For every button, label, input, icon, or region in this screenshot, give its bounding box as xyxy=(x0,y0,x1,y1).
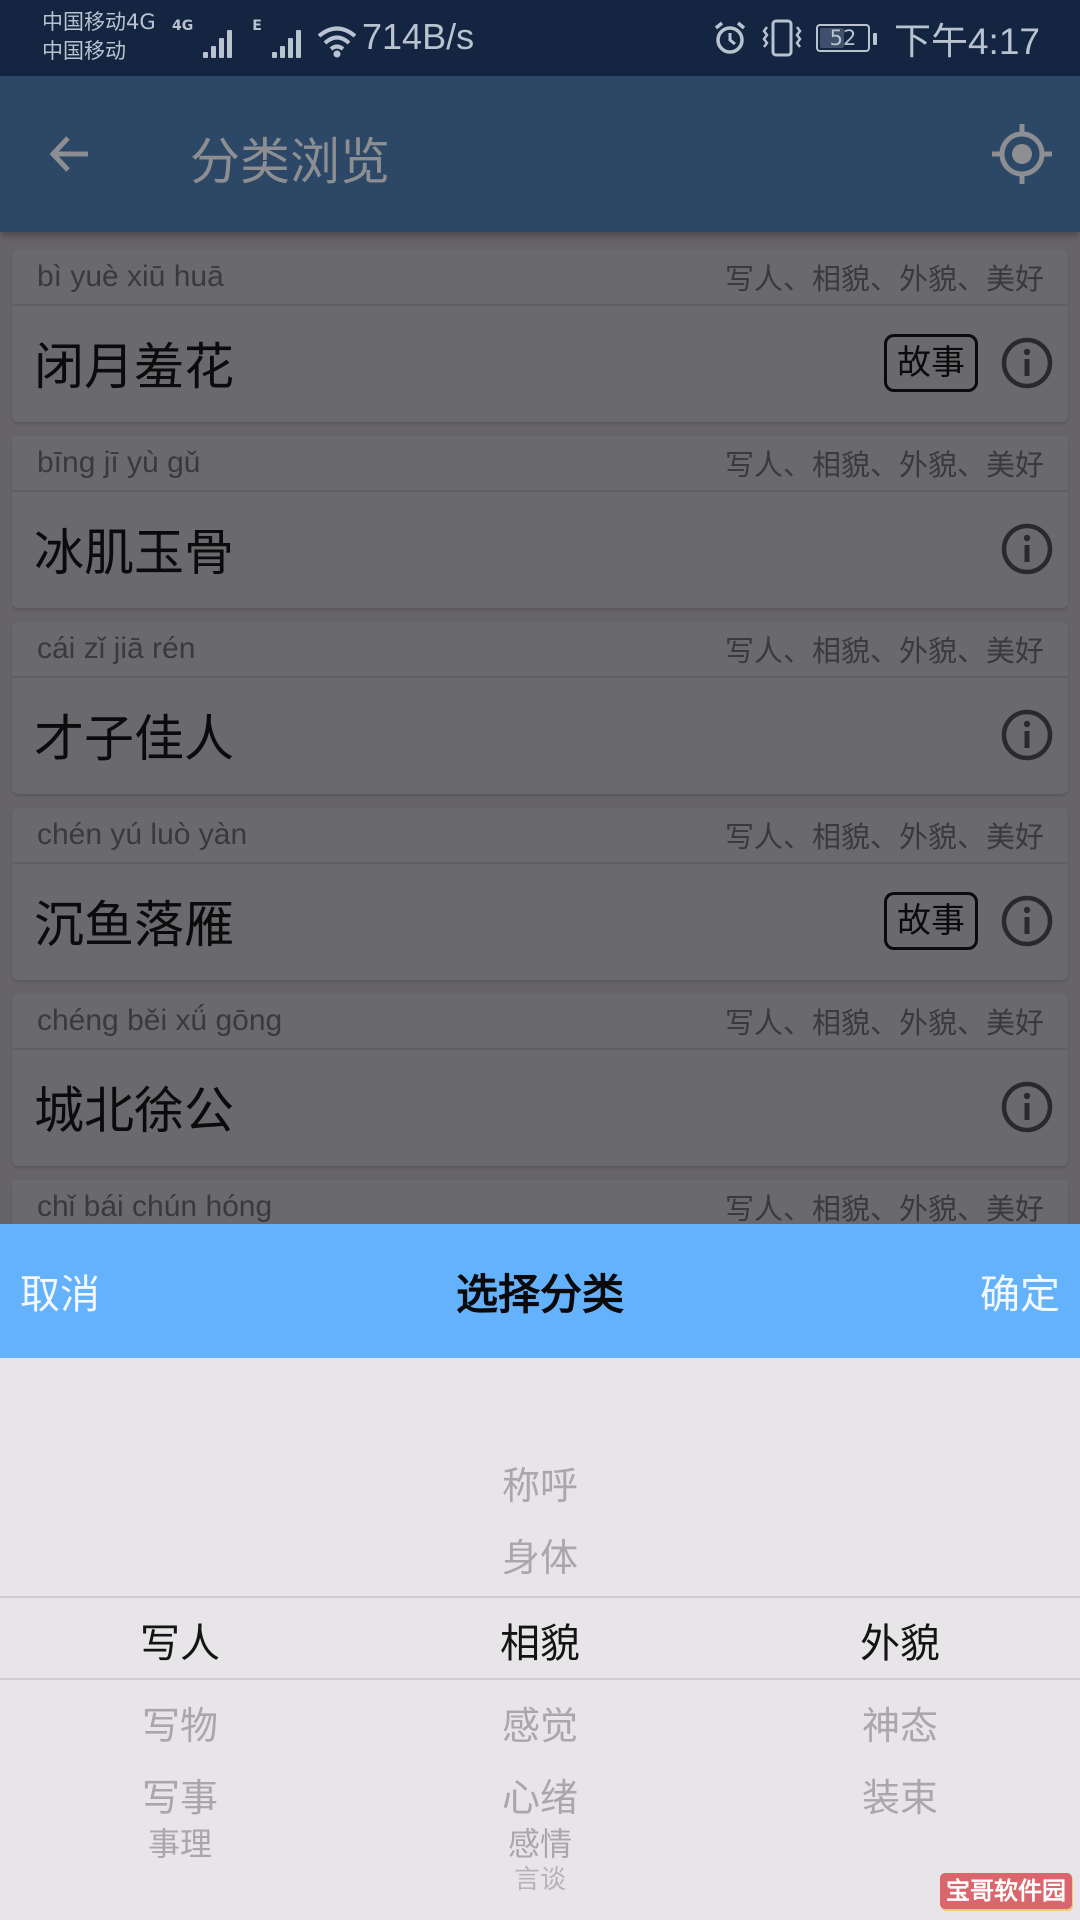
pinyin-text: bì yuè xiū huā xyxy=(37,260,224,293)
carrier-2: 中国移动 xyxy=(42,39,126,63)
carrier-1: 中国移动4G xyxy=(42,10,156,34)
cancel-button[interactable]: 取消 xyxy=(20,1262,100,1320)
picker-column-1[interactable]: 写人 写物 写事 事理 xyxy=(0,1358,360,1920)
page-title: 分类浏览 xyxy=(190,133,390,191)
card-header: bì yuè xiū huā 写人、相貌、外貌、美好 xyxy=(12,250,1068,306)
wifi-icon xyxy=(317,26,357,58)
watermark: 宝哥软件园 xyxy=(940,1873,1072,1909)
idiom-card[interactable]: chén yú luò yàn 写人、相貌、外貌、美好 沉鱼落雁 故事 xyxy=(12,808,1068,980)
picker-column-2[interactable]: 相貌 身体 称呼 感觉 心绪 感情 言谈 xyxy=(360,1358,720,1920)
card-header: cái zǐ jiā rén 写人、相貌、外貌、美好 xyxy=(12,622,1068,678)
status-bar: 中国移动4G 中国移动 4G E 714B/s 52 下午4:17 xyxy=(0,0,1080,76)
pinyin-text: bīng jī yù gǔ xyxy=(37,446,201,479)
info-icon[interactable] xyxy=(1000,522,1054,576)
idiom-card[interactable]: cái zǐ jiā rén 写人、相貌、外貌、美好 才子佳人 xyxy=(12,622,1068,794)
info-icon[interactable] xyxy=(1000,1080,1054,1134)
idiom-card[interactable]: chéng běi xǘ gōng 写人、相貌、外貌、美好 城北徐公 xyxy=(12,994,1068,1166)
picker-option[interactable]: 装束 xyxy=(720,1767,1080,1822)
clock: 下午4:17 xyxy=(893,21,1040,62)
idiom-list: bì yuè xiū huā 写人、相貌、外貌、美好 闭月羞花 故事 bīng … xyxy=(12,250,1068,1366)
vibrate-icon xyxy=(762,19,802,57)
picker-option[interactable]: 感觉 xyxy=(360,1695,720,1750)
picker-option[interactable]: 身体 xyxy=(360,1527,720,1582)
category-tags: 写人、相貌、外貌、美好 xyxy=(724,820,1044,854)
category-tags: 写人、相貌、外貌、美好 xyxy=(724,448,1044,482)
pinyin-text: chén yú luò yàn xyxy=(37,818,248,851)
battery-icon: 52 xyxy=(815,24,877,52)
category-tags: 写人、相貌、外貌、美好 xyxy=(724,262,1044,296)
picker-title: 选择分类 xyxy=(455,1269,624,1319)
story-button[interactable]: 故事 xyxy=(884,892,978,950)
category-tags: 写人、相貌、外貌、美好 xyxy=(724,1192,1044,1226)
picker-selected-item[interactable]: 相貌 xyxy=(360,1611,720,1669)
pinyin-text: chǐ bái chún hóng xyxy=(37,1190,273,1223)
locate-icon[interactable] xyxy=(988,120,1056,188)
card-header: chéng běi xǘ gōng 写人、相貌、外貌、美好 xyxy=(12,994,1068,1050)
sim1-network-tag: 4G xyxy=(172,18,194,34)
idiom-text: 冰肌玉骨 xyxy=(34,524,234,582)
picker-option[interactable]: 写事 xyxy=(0,1767,360,1822)
category-picker: 写人 写物 写事 事理 相貌 身体 称呼 感觉 心绪 感情 言谈 外貌 神态 装束 xyxy=(0,1358,1080,1920)
pinyin-text: chéng běi xǘ gōng xyxy=(37,1004,283,1037)
info-icon[interactable] xyxy=(1000,894,1054,948)
signal-icon xyxy=(271,28,301,58)
idiom-text: 城北徐公 xyxy=(34,1082,234,1140)
card-body: 城北徐公 xyxy=(12,1050,1068,1164)
idiom-text: 闭月羞花 xyxy=(34,338,234,396)
category-tags: 写人、相貌、外貌、美好 xyxy=(724,634,1044,668)
carrier-info: 中国移动4G 中国移动 xyxy=(42,8,156,66)
app-bar: 分类浏览 xyxy=(0,76,1080,232)
card-body: 冰肌玉骨 xyxy=(12,492,1068,606)
idiom-text: 才子佳人 xyxy=(34,710,234,768)
picker-option[interactable]: 称呼 xyxy=(360,1455,720,1510)
info-icon[interactable] xyxy=(1000,336,1054,390)
back-arrow-icon[interactable] xyxy=(44,126,100,182)
alarm-icon xyxy=(714,21,746,54)
card-header: chén yú luò yàn 写人、相貌、外貌、美好 xyxy=(12,808,1068,864)
battery-level: 52 xyxy=(829,26,857,50)
picker-option[interactable]: 言谈 xyxy=(360,1859,720,1896)
picker-selected-item[interactable]: 写人 xyxy=(0,1611,360,1669)
pinyin-text: cái zǐ jiā rén xyxy=(37,632,196,665)
picker-header: 取消 选择分类 确定 xyxy=(0,1224,1080,1358)
card-header: bīng jī yù gǔ 写人、相貌、外貌、美好 xyxy=(12,436,1068,492)
card-body: 才子佳人 xyxy=(12,678,1068,792)
picker-option[interactable]: 事理 xyxy=(0,1819,360,1865)
card-body: 沉鱼落雁 故事 xyxy=(12,864,1068,978)
sim2-network-tag: E xyxy=(252,18,262,34)
idiom-text: 沉鱼落雁 xyxy=(34,896,234,954)
confirm-button[interactable]: 确定 xyxy=(980,1262,1060,1320)
network-speed: 714B/s xyxy=(362,16,475,57)
card-body: 闭月羞花 故事 xyxy=(12,306,1068,420)
picker-option[interactable]: 写物 xyxy=(0,1695,360,1750)
signal-icon xyxy=(203,28,233,58)
category-tags: 写人、相貌、外貌、美好 xyxy=(724,1006,1044,1040)
picker-column-3[interactable]: 外貌 神态 装束 xyxy=(720,1358,1080,1920)
picker-option[interactable]: 神态 xyxy=(720,1695,1080,1750)
picker-selected-item[interactable]: 外貌 xyxy=(720,1611,1080,1669)
story-button[interactable]: 故事 xyxy=(884,334,978,392)
idiom-card[interactable]: bì yuè xiū huā 写人、相貌、外貌、美好 闭月羞花 故事 xyxy=(12,250,1068,422)
info-icon[interactable] xyxy=(1000,708,1054,762)
picker-option[interactable]: 心绪 xyxy=(360,1767,720,1822)
idiom-card[interactable]: bīng jī yù gǔ 写人、相貌、外貌、美好 冰肌玉骨 xyxy=(12,436,1068,608)
